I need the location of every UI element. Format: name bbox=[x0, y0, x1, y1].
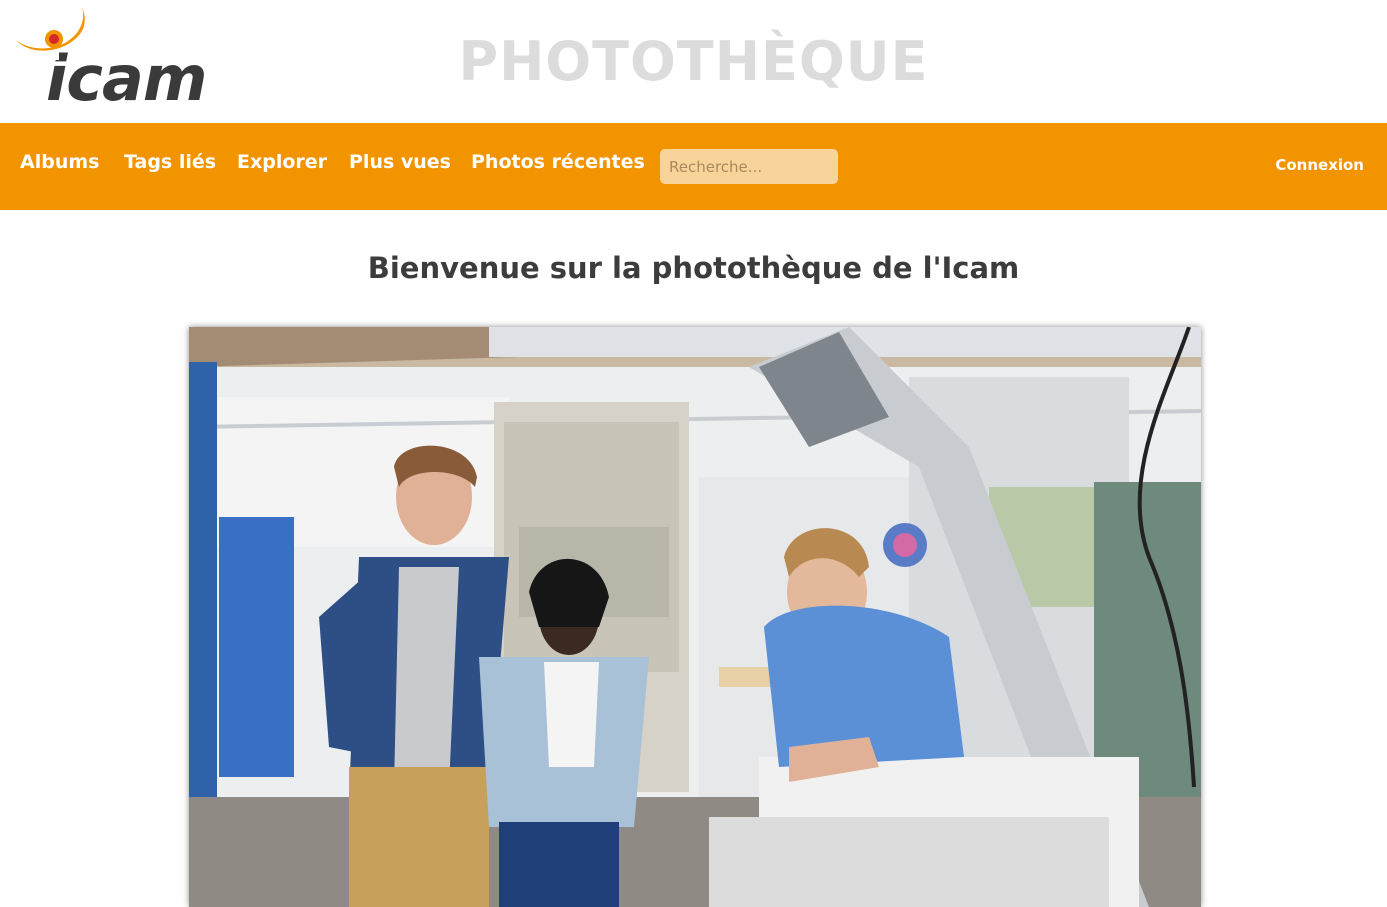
nav-photos-recentes[interactable]: Photos récentes bbox=[471, 151, 645, 173]
main-navbar: Albums Tags liés Explorer Plus vues Phot… bbox=[0, 123, 1387, 210]
search-input[interactable] bbox=[660, 149, 838, 184]
hero-photo-illustration bbox=[189, 327, 1201, 907]
login-link[interactable]: Connexion bbox=[1275, 156, 1364, 174]
site-title: PHOTOTHÈQUE bbox=[458, 30, 929, 93]
nav-plus-vues[interactable]: Plus vues bbox=[349, 151, 451, 173]
nav-albums[interactable]: Albums bbox=[20, 151, 99, 173]
hero-photo bbox=[189, 327, 1201, 907]
nav-tags-lies[interactable]: Tags liés bbox=[124, 151, 216, 173]
nav-explorer[interactable]: Explorer bbox=[237, 151, 327, 173]
site-header: icam PHOTOTHÈQUE bbox=[0, 0, 1387, 123]
welcome-title: Bienvenue sur la photothèque de l'Icam bbox=[367, 251, 1020, 285]
